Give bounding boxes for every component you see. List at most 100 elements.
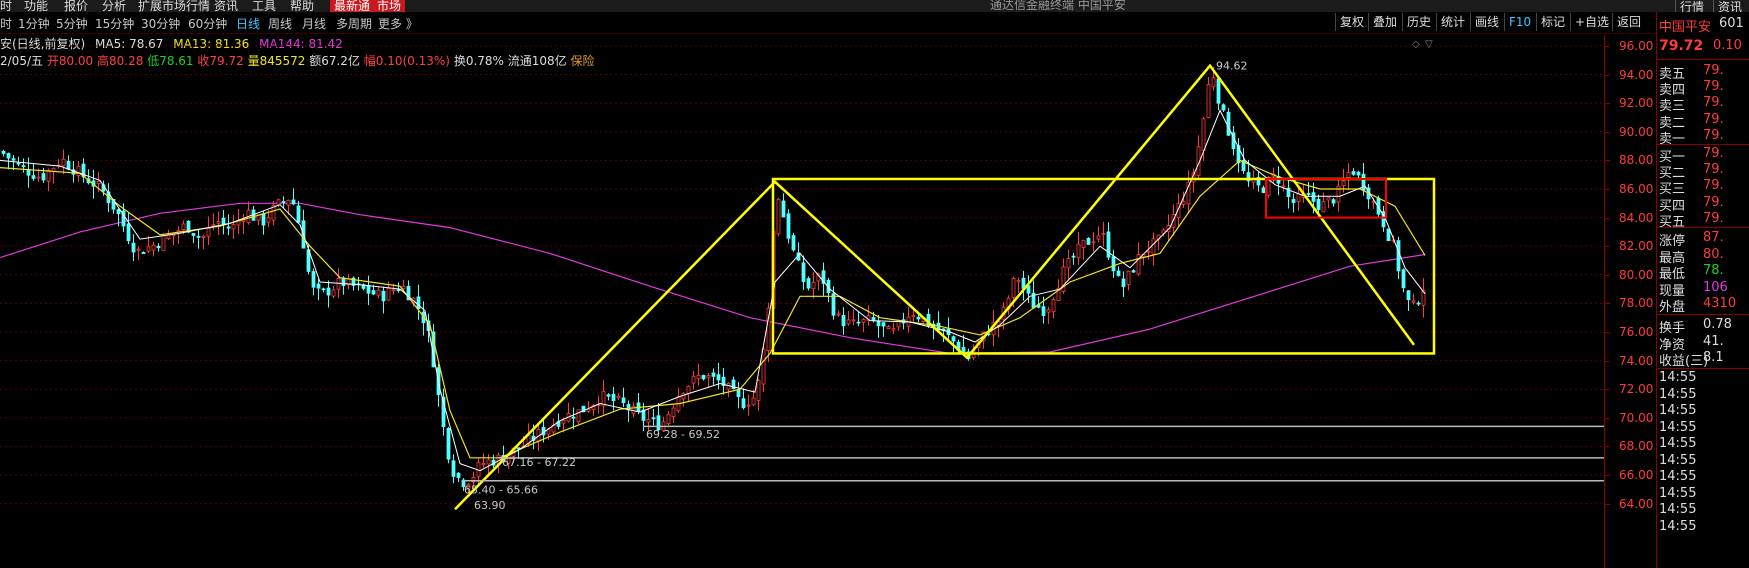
quote-panel: 中国平安 601 79.72 0.10 卖五 79. 卖四 79. 卖三 79. 卖二 79.… (1656, 12, 1749, 568)
candle-body (861, 319, 866, 323)
bid-row-value: 79. (1703, 146, 1724, 161)
candle-body (1211, 77, 1216, 88)
tick-row: 14:55 (1657, 420, 1749, 438)
back-button[interactable]: 返回 (1612, 13, 1645, 31)
candle-body (1181, 201, 1186, 205)
tick-time: 14:55 (1659, 452, 1697, 468)
tick-row: 14:55 (1657, 403, 1749, 421)
candle-body (401, 285, 406, 290)
overlay-button[interactable]: 叠加 (1368, 13, 1401, 31)
price-axis: 96.00 94.00 92.00 90.00 88.00 86.00 84.00 82.00… (1604, 35, 1657, 568)
y-axis-label: 80.00 (1619, 267, 1654, 282)
period-daily[interactable]: 日线 (236, 15, 260, 32)
candle-body (876, 320, 881, 327)
candle-body (776, 198, 781, 235)
period-5min[interactable]: 5分钟 (56, 15, 88, 32)
candle-body (1221, 104, 1226, 111)
collapse-icon[interactable]: ▽ (1425, 39, 1433, 50)
tick-time: 14:55 (1659, 502, 1697, 517)
period-15min[interactable]: 15分钟 (95, 15, 134, 32)
candle-body (231, 224, 236, 230)
menu-item-market[interactable]: 市场 (373, 0, 406, 12)
candle-body (1146, 250, 1151, 253)
candle-body (1086, 238, 1091, 245)
tick-time: 14:55 (1659, 419, 1697, 435)
tick-time: 14:55 (1659, 386, 1697, 402)
tick-row: 14:55 (1657, 502, 1749, 520)
period-weekly[interactable]: 周线 (268, 15, 292, 32)
period-1min[interactable]: 1分钟 (18, 15, 50, 32)
y-axis-label: 76.00 (1619, 325, 1654, 339)
candle-body (16, 162, 21, 165)
adjust-button[interactable]: 复权 (1335, 13, 1368, 31)
candlestick-chart[interactable]: 94.62 69.28 - 69.52 67.16 - 67.22 65.40 … (0, 35, 1604, 568)
period-multi[interactable]: 多周期 (336, 15, 372, 32)
menu-item-function[interactable]: 功能 (24, 0, 48, 12)
candle-body (446, 428, 451, 460)
bid-row-value: 79. (1703, 162, 1724, 178)
history-button[interactable]: 历史 (1402, 13, 1435, 31)
candle-body (386, 287, 391, 301)
mark-button[interactable]: 标记 (1536, 13, 1569, 31)
menu-item-news[interactable]: 资讯 (214, 0, 238, 12)
period-30min[interactable]: 30分钟 (141, 15, 180, 32)
candle-body (181, 223, 186, 231)
candle-body (66, 160, 71, 170)
candle-body (1151, 238, 1156, 255)
candle-body (806, 278, 811, 289)
menu-item-extended-market[interactable]: 扩展市场行情 (138, 0, 210, 12)
menu-item-quote[interactable]: 报价 (64, 0, 88, 12)
candle-body (486, 459, 491, 465)
menu-item-tools[interactable]: 工具 (252, 0, 276, 12)
candle-body (381, 290, 386, 302)
period-monthly[interactable]: 月线 (302, 15, 326, 32)
candle-body (1406, 290, 1411, 301)
candle-body (786, 213, 791, 239)
low-label: 63.90 (474, 499, 506, 512)
add-favorite-button[interactable]: +自选 (1570, 13, 1613, 31)
candle-body (1046, 309, 1051, 313)
price-row: 79.72 0.10 (1657, 38, 1749, 56)
candle-body (1131, 270, 1136, 273)
candle-body (741, 398, 746, 409)
candle-body (116, 209, 121, 215)
period-more[interactable]: 更多 》 (378, 15, 418, 32)
candle-body (1346, 172, 1351, 179)
candle-body (1111, 256, 1116, 272)
ma13-line (0, 159, 1426, 459)
candle-body (961, 347, 966, 353)
period-time[interactable]: 时 (0, 15, 12, 32)
period-60min[interactable]: 60分钟 (188, 15, 227, 32)
candle-body (606, 394, 611, 397)
candle-body (266, 217, 271, 223)
quotes-tab[interactable]: 行情 (1675, 0, 1708, 12)
menu-item-help[interactable]: 帮助 (290, 0, 314, 12)
stat-row-value: 78. (1703, 263, 1724, 279)
candle-body (141, 252, 146, 254)
chart-annotations: 94.62 69.28 - 69.52 67.16 - 67.22 65.40 … (464, 60, 1248, 512)
statistics-button[interactable]: 统计 (1436, 13, 1469, 31)
candle-body (36, 176, 41, 179)
candle-body (756, 380, 761, 401)
candle-body (331, 289, 336, 297)
candle-body (146, 246, 151, 252)
menu-item-time[interactable]: 时 (0, 0, 12, 12)
candle-body (156, 245, 161, 249)
candle-body (126, 223, 131, 242)
candle-body (1261, 187, 1266, 193)
menu-item-analysis[interactable]: 分析 (102, 0, 126, 12)
draw-line-button[interactable]: 画线 (1470, 13, 1503, 31)
f10-button[interactable]: F10 (1504, 13, 1535, 31)
candle-body (391, 289, 396, 292)
candle-body (706, 375, 711, 379)
candle-body (1226, 111, 1231, 136)
candle-body (1216, 78, 1221, 104)
diamond-icon[interactable]: ◇ (1412, 39, 1420, 50)
menu-item-latest[interactable]: 最新通 (330, 0, 375, 12)
candle-body (1311, 192, 1316, 202)
candle-body (316, 283, 321, 289)
bid-row-value: 79. (1703, 178, 1724, 194)
stock-code: 601 (1719, 16, 1744, 31)
peak-label: 94.62 (1216, 60, 1248, 73)
news-tab[interactable]: 资讯 (1713, 0, 1746, 12)
